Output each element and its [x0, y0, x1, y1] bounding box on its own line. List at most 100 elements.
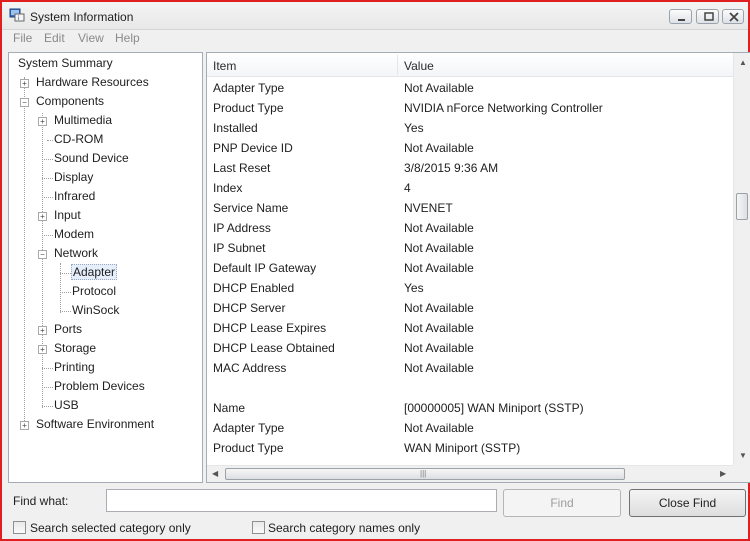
column-header-item[interactable]: Item	[213, 59, 236, 73]
table-row[interactable]: IP Subnet Not Available	[207, 238, 733, 258]
tree-connector	[42, 406, 53, 407]
row-value-cell: Not Available	[404, 81, 474, 95]
vertical-scroll-thumb[interactable]	[736, 193, 748, 220]
expand-plus-icon[interactable]: +	[20, 421, 29, 430]
horizontal-scroll-thumb[interactable]: |||	[225, 468, 625, 480]
table-row[interactable]: Installed Yes	[207, 118, 733, 138]
tree-item-input[interactable]: Input	[54, 208, 81, 226]
find-button[interactable]: Find	[503, 489, 621, 517]
expand-plus-icon[interactable]: +	[20, 79, 29, 88]
table-row[interactable]: Adapter Type Not Available	[207, 418, 733, 438]
scroll-up-arrow-icon[interactable]: ▲	[739, 58, 747, 67]
search-selected-category-label[interactable]: Search selected category only	[30, 521, 191, 535]
details-rows: Adapter Type Not Available Product Type NVI…	[207, 78, 733, 465]
expand-plus-icon[interactable]: +	[38, 117, 47, 126]
close-button[interactable]	[722, 9, 744, 24]
table-row[interactable]: DHCP Lease Obtained Not Available	[207, 338, 733, 358]
tree-item-label: Protocol	[72, 284, 117, 298]
tree-item-modem[interactable]: Modem	[54, 227, 94, 245]
table-row[interactable]: Default IP Gateway Not Available	[207, 258, 733, 278]
table-row[interactable]: IP Address Not Available	[207, 218, 733, 238]
tree-item-protocol[interactable]: Protocol	[72, 284, 116, 302]
table-row[interactable]	[207, 378, 733, 398]
tree-item-label: Network	[54, 246, 99, 260]
tree-item-display[interactable]: Display	[54, 170, 93, 188]
tree-item-winsock[interactable]: WinSock	[72, 303, 119, 321]
row-item-cell: Name	[213, 401, 246, 415]
table-row[interactable]: Name [00000005] WAN Miniport (SSTP)	[207, 398, 733, 418]
scroll-right-arrow-icon[interactable]: ▶	[720, 469, 726, 478]
tree-item-label: Input	[54, 208, 81, 222]
menu-view[interactable]: View	[78, 31, 104, 45]
tree-item-software-environment[interactable]: Software Environment	[36, 417, 154, 435]
menu-edit[interactable]: Edit	[44, 31, 65, 45]
tree-item-multimedia[interactable]: Multimedia	[54, 113, 112, 131]
row-item-cell: Index	[213, 181, 243, 195]
tree-item-sound-device[interactable]: Sound Device	[54, 151, 129, 169]
tree-item-usb[interactable]: USB	[54, 398, 79, 416]
row-item-cell: DHCP Lease Obtained	[213, 341, 335, 355]
tree-connector	[42, 368, 53, 369]
table-row[interactable]: Product Type NVIDIA nForce Networking Con…	[207, 98, 733, 118]
tree-item-storage[interactable]: Storage	[54, 341, 96, 359]
horizontal-scrollbar[interactable]: ◀ ||| ▶	[207, 465, 733, 482]
row-item-cell: Service Name	[213, 201, 289, 215]
table-row[interactable]: Index 4	[207, 178, 733, 198]
column-header-value[interactable]: Value	[404, 59, 434, 73]
tree-item-hardware-resources[interactable]: Hardware Resources	[36, 75, 149, 93]
tree-item-ports[interactable]: Ports	[54, 322, 82, 340]
minimize-button[interactable]	[669, 9, 692, 24]
row-value-cell: [00000005] WAN Miniport (SSTP)	[404, 401, 584, 415]
tree-item-label: Components	[36, 94, 105, 108]
table-row[interactable]: Last Reset 3/8/2015 9:36 AM	[207, 158, 733, 178]
table-row[interactable]: DHCP Server Not Available	[207, 298, 733, 318]
search-category-names-checkbox[interactable]	[252, 521, 265, 534]
expand-plus-icon[interactable]: +	[38, 212, 47, 221]
find-what-input[interactable]	[106, 489, 497, 512]
close-find-button[interactable]: Close Find	[629, 489, 746, 517]
collapse-minus-icon[interactable]: −	[38, 250, 47, 259]
table-row[interactable]: PNP Device ID Not Available	[207, 138, 733, 158]
vertical-scrollbar[interactable]: ▲ ▼	[733, 53, 750, 465]
tree-item-infrared[interactable]: Infrared	[54, 189, 95, 207]
details-list[interactable]: Item Value Adapter Type Not Available Prod…	[206, 52, 750, 483]
table-row[interactable]: Adapter Type Not Available	[207, 78, 733, 98]
tree-item-printing[interactable]: Printing	[54, 360, 95, 378]
table-row[interactable]: Product Type WAN Miniport (SSTP)	[207, 438, 733, 458]
collapse-minus-icon[interactable]: −	[20, 98, 29, 107]
tree-item-label: Printing	[54, 360, 95, 374]
expand-plus-icon[interactable]: +	[38, 345, 47, 354]
search-selected-category-checkbox[interactable]	[13, 521, 26, 534]
menu-file[interactable]: File	[13, 31, 32, 45]
tree-item-label: WinSock	[72, 303, 120, 317]
maximize-button[interactable]	[696, 9, 719, 24]
table-row[interactable]: DHCP Lease Expires Not Available	[207, 318, 733, 338]
scroll-left-arrow-icon[interactable]: ◀	[212, 469, 218, 478]
title-bar: i System Information	[2, 2, 748, 30]
search-category-names-label[interactable]: Search category names only	[268, 521, 420, 535]
row-value-cell: Not Available	[404, 421, 474, 435]
find-what-label: Find what:	[13, 494, 69, 508]
tree-item-system-summary[interactable]: System Summary	[18, 56, 113, 74]
column-divider[interactable]	[397, 55, 398, 75]
menu-help[interactable]: Help	[115, 31, 140, 45]
table-row[interactable]: DHCP Enabled Yes	[207, 278, 733, 298]
tree-item-network[interactable]: Network	[54, 246, 98, 264]
tree-item-problem-devices[interactable]: Problem Devices	[54, 379, 145, 397]
expand-plus-icon[interactable]: +	[38, 326, 47, 335]
row-value-cell: Not Available	[404, 261, 474, 275]
tree-item-components[interactable]: Components	[36, 94, 104, 112]
tree-connector	[42, 235, 53, 236]
restore-icon	[704, 12, 714, 21]
category-tree[interactable]: System Summary + Hardware Resources − Co…	[8, 52, 203, 483]
tree-connector	[47, 140, 53, 141]
tree-item-cd-rom[interactable]: CD-ROM	[54, 132, 103, 150]
tree-item-label: System Summary	[18, 56, 113, 70]
table-row[interactable]: Service Name NVENET	[207, 198, 733, 218]
row-item-cell: IP Subnet	[213, 241, 266, 255]
tree-item-adapter[interactable]: Adapter	[71, 264, 118, 283]
row-value-cell: 3/8/2015 9:36 AM	[404, 161, 499, 175]
table-row[interactable]: MAC Address Not Available	[207, 358, 733, 378]
row-item-cell: Adapter Type	[213, 421, 285, 435]
scroll-down-arrow-icon[interactable]: ▼	[739, 451, 747, 460]
